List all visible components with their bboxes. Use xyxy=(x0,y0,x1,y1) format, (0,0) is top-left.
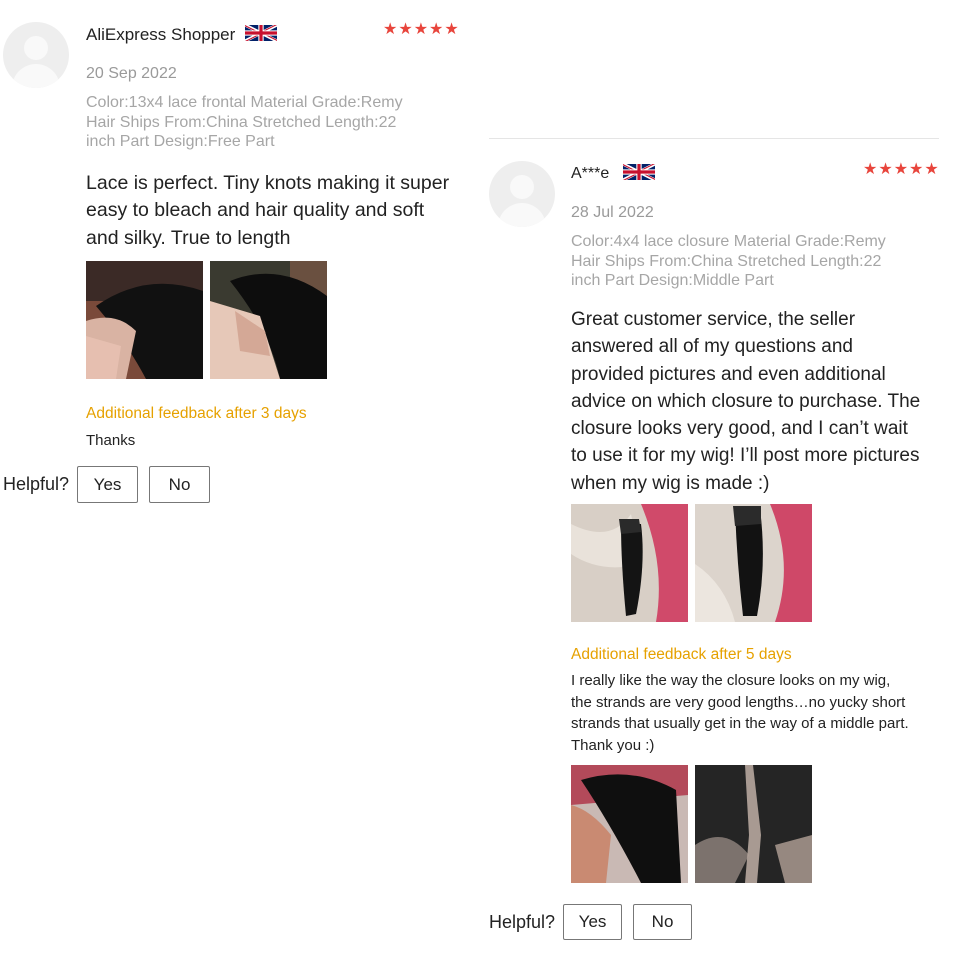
review-text: Great customer service, the seller answe… xyxy=(571,309,921,494)
avatar xyxy=(489,161,555,227)
uk-flag-icon xyxy=(623,161,655,183)
helpful-label: Helpful? xyxy=(3,474,70,494)
star-rating: ★★★★★ xyxy=(863,161,940,178)
review-photo[interactable] xyxy=(86,261,203,379)
review-photos xyxy=(86,261,327,379)
helpful-no-button[interactable]: No xyxy=(149,466,211,503)
feedback-photo[interactable] xyxy=(695,765,812,883)
review-photo[interactable] xyxy=(695,504,812,622)
reviewer-name: AliExpress Shopper xyxy=(86,25,236,44)
feedback-photo[interactable] xyxy=(571,765,688,883)
review-text: Lace is perfect. Tiny knots making it su… xyxy=(86,172,450,249)
feedback-photos xyxy=(571,765,812,883)
additional-feedback-text: Thanks xyxy=(86,432,136,449)
helpful-vote: Helpful? Yes No xyxy=(489,904,693,940)
additional-feedback-title: Additional feedback after 5 days xyxy=(571,646,792,663)
helpful-yes-button[interactable]: Yes xyxy=(77,466,139,503)
product-specs: Color:4x4 lace closure Material Grade:Re… xyxy=(571,233,886,289)
review-photo[interactable] xyxy=(210,261,327,379)
review-photos xyxy=(571,504,812,622)
additional-feedback-title: Additional feedback after 3 days xyxy=(86,405,307,422)
additional-feedback-text: I really like the way the closure looks … xyxy=(571,672,909,755)
helpful-no-button[interactable]: No xyxy=(633,904,693,940)
helpful-label: Helpful? xyxy=(489,911,556,932)
review-date: 20 Sep 2022 xyxy=(86,65,177,82)
helpful-yes-button[interactable]: Yes xyxy=(563,904,623,940)
helpful-vote: Helpful? Yes No xyxy=(3,466,211,503)
uk-flag-icon xyxy=(245,22,277,44)
star-rating: ★★★★★ xyxy=(383,21,460,38)
product-specs: Color:13x4 lace frontal Material Grade:R… xyxy=(86,94,403,150)
reviewer-name: A***e xyxy=(571,165,610,182)
review-date: 28 Jul 2022 xyxy=(571,204,654,221)
avatar xyxy=(3,22,69,88)
review-photo[interactable] xyxy=(571,504,688,622)
divider xyxy=(489,138,939,139)
